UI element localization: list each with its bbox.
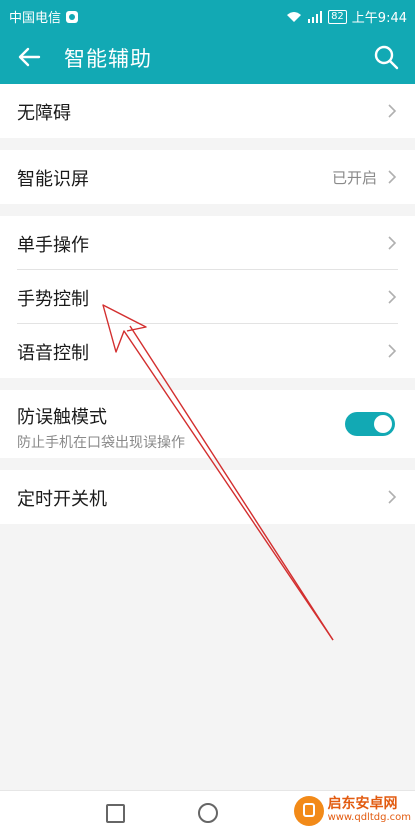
site-watermark: 启东安卓网 www.qdltdg.com xyxy=(293,796,411,826)
section-gap xyxy=(0,138,415,150)
battery-icon: 82 xyxy=(328,9,347,24)
setting-accessibility[interactable]: 无障碍 xyxy=(0,84,415,138)
screen-record-icon xyxy=(66,10,79,23)
setting-label: 防误触模式 xyxy=(17,407,107,428)
clock: 上午9:44 xyxy=(351,11,407,26)
setting-label: 手势控制 xyxy=(17,289,89,310)
watermark-url: www.qdltdg.com xyxy=(327,812,411,823)
setting-mistouch-mode: 防误触模式 防止手机在口袋出现误操作 xyxy=(0,390,415,458)
recents-button[interactable] xyxy=(106,804,125,823)
toggle-knob xyxy=(374,415,392,433)
section-gap xyxy=(0,458,415,470)
setting-smart-screen[interactable]: 智能识屏 已开启 xyxy=(0,150,415,204)
setting-gesture-control[interactable]: 手势控制 xyxy=(0,270,415,324)
back-arrow-icon[interactable] xyxy=(14,42,44,72)
setting-one-hand[interactable]: 单手操作 xyxy=(0,216,415,270)
chevron-right-icon xyxy=(388,490,397,504)
settings-list: 无障碍 智能识屏 已开启 单手操作 手势控制 语音控制 防误触模式 防止手机在口… xyxy=(0,84,415,524)
setting-label: 定时开关机 xyxy=(17,489,107,510)
status-bar: 中国电信 82 上午9:44 xyxy=(0,0,415,30)
chevron-right-icon xyxy=(388,104,397,118)
wifi-icon xyxy=(287,11,302,22)
chevron-right-icon xyxy=(388,170,397,184)
home-button[interactable] xyxy=(198,803,218,823)
section-gap xyxy=(0,378,415,390)
watermark-logo-icon xyxy=(293,796,324,826)
setting-label: 智能识屏 xyxy=(17,169,89,190)
setting-status: 已开启 xyxy=(331,169,377,187)
setting-voice-control[interactable]: 语音控制 xyxy=(0,324,415,378)
setting-label: 单手操作 xyxy=(17,235,89,256)
chevron-right-icon xyxy=(388,236,397,250)
app-bar: 智能辅助 xyxy=(0,30,415,84)
watermark-name: 启东安卓网 xyxy=(327,796,398,812)
carrier-name: 中国电信 xyxy=(9,11,62,26)
search-icon[interactable] xyxy=(371,42,401,72)
setting-label: 无障碍 xyxy=(17,103,71,124)
signal-icon xyxy=(308,10,323,23)
section-gap xyxy=(0,204,415,216)
setting-scheduled-power[interactable]: 定时开关机 xyxy=(0,470,415,524)
page-title: 智能辅助 xyxy=(64,47,152,71)
mistouch-toggle[interactable] xyxy=(345,412,395,436)
setting-label: 语音控制 xyxy=(17,343,89,364)
chevron-right-icon xyxy=(388,344,397,358)
setting-description: 防止手机在口袋出现误操作 xyxy=(17,435,185,451)
chevron-right-icon xyxy=(388,290,397,304)
